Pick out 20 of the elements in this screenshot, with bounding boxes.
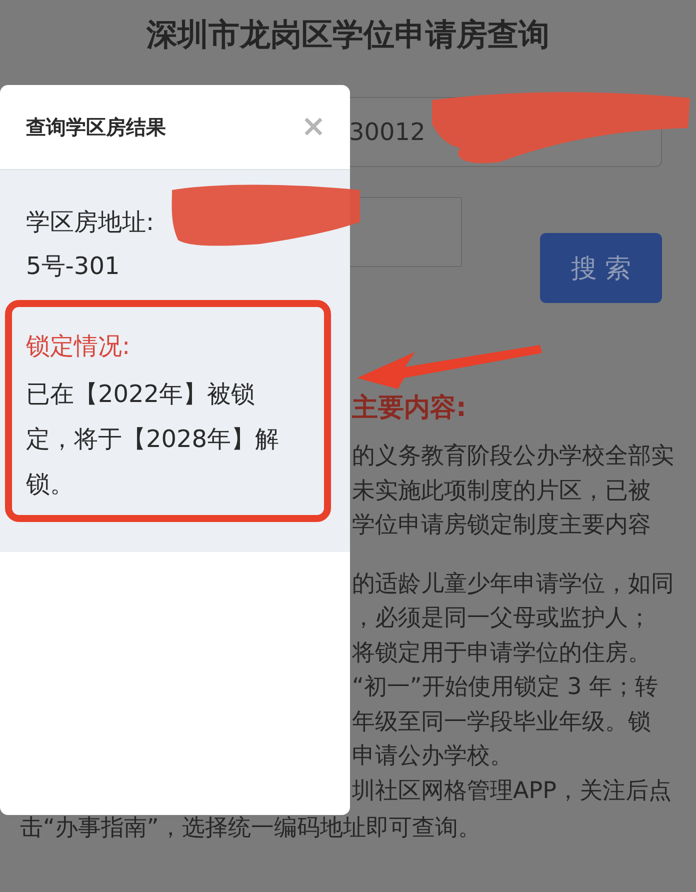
text-line: “初一”开始使用锁定 3 年；转	[352, 673, 658, 702]
text-line: 学位申请房锁定制度主要内容	[352, 511, 651, 540]
text-line: 的义务教育阶段公办学校全部实	[352, 442, 674, 471]
section-heading: 主要内容:	[352, 393, 466, 423]
text-line: ，必须是同一父母或监护人；	[352, 604, 651, 633]
page-title: 深圳市龙岗区学位申请房查询	[145, 16, 550, 55]
text-line: 未实施此项制度的片区，已被	[352, 476, 651, 506]
text-line: 击“办事指南”，选择统一编码地址即可查询。	[20, 814, 481, 843]
address-label: 学区房地址:	[26, 207, 154, 238]
lock-heading: 锁定情况:	[26, 331, 130, 362]
text-line: 圳社区网格管理APP，关注后点	[352, 776, 672, 806]
address-value: 5号-301	[26, 251, 120, 282]
text-line: 年级至同一学段毕业年级。锁	[352, 708, 651, 736]
search-button[interactable]: 搜 索	[540, 233, 662, 303]
close-button[interactable]: ×	[300, 112, 326, 142]
text-line: 将锁定用于申请学位的住房。	[352, 638, 651, 668]
text-line: 申请公办学校。	[352, 742, 513, 771]
dialog-title: 查询学区房结果	[26, 114, 166, 140]
text-line: 的适龄儿童少年申请学位，如同	[352, 570, 674, 598]
lock-text: 已在【2022年】被锁定，将于【2028年】解锁。	[26, 379, 280, 500]
